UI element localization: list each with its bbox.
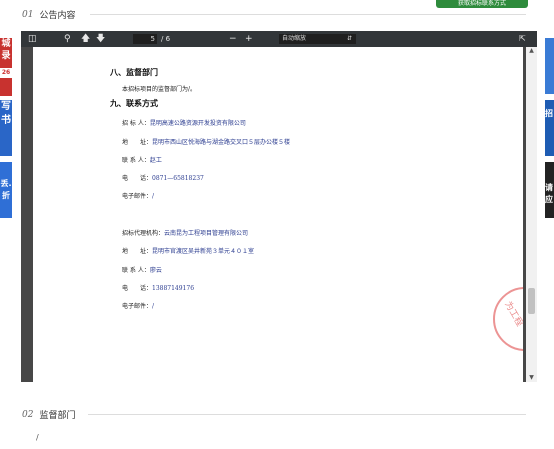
contact-row: 招标代理机构：云南昆为工程项目管理有限公司 (122, 230, 249, 237)
zoom-in-icon[interactable]: + (245, 33, 253, 45)
right-ad-banner-1[interactable] (545, 38, 554, 94)
ad-text: 应 (545, 195, 553, 204)
ad-text: 写 (1, 101, 11, 112)
get-contact-button[interactable]: 获取招标联系方式 (436, 0, 528, 8)
ad-text: 招 (545, 109, 553, 118)
ad-text: 书 (1, 115, 11, 126)
previous-page-icon[interactable]: 🡅 (81, 33, 90, 45)
contact-row: 联 系 人：廖云 (122, 267, 162, 274)
ad-text: 折 (2, 191, 10, 200)
ad-text: 丢. (0, 179, 12, 188)
pdf-toolbar: ◫ ⚲ 🡅 🡇 5 / 6 − + 自动缩放 ⇵ ⇱ (21, 31, 537, 47)
ad-text: 录 (1, 51, 11, 61)
company-seal: 为工程 (493, 287, 523, 351)
left-ad-banner-2[interactable]: 写 书 (0, 100, 12, 156)
section-number: 01 (22, 9, 34, 20)
chevron-down-icon: ⇵ (346, 35, 352, 42)
contact-row: 地 址：昆明市官渡区吴井新苑３单元４０１室 (122, 248, 255, 255)
contact-row: 电 话：0871—65818237 (122, 175, 204, 182)
contact-row: 电子邮件：/ (122, 193, 155, 200)
left-ad-banner-1[interactable]: 城 录 26 (0, 38, 12, 96)
zoom-out-icon[interactable]: − (229, 33, 237, 45)
contact-row: 电子邮件：/ (122, 303, 155, 310)
divider (90, 14, 526, 15)
left-ad-banner-3[interactable]: 丢. 折 (0, 162, 12, 218)
zoom-select[interactable]: 自动缩放 ⇵ (279, 34, 356, 44)
supervision-text: 本招标项目的监督部门为/。 (122, 86, 197, 93)
supervision-content: / (36, 433, 39, 442)
zoom-value: 自动缩放 (282, 35, 307, 42)
scroll-down-icon[interactable]: ▼ (526, 374, 537, 382)
right-ad-banner-3[interactable]: 请 应 (545, 162, 554, 218)
page-count: / 6 (161, 35, 171, 43)
section-header-announcement: 01 公告内容 (22, 8, 76, 22)
heading-supervision: 八、监督部门 (110, 67, 158, 77)
tools-icon[interactable]: ⇱ (519, 33, 526, 45)
search-icon[interactable]: ⚲ (64, 33, 71, 45)
section-number: 02 (22, 409, 34, 420)
right-ad-banner-2[interactable]: 招 (545, 100, 554, 156)
scrollbar-thumb[interactable] (528, 288, 535, 314)
contact-row: 电 话：13887149176 (122, 285, 195, 292)
scrollbar[interactable]: ▲ ▼ (526, 47, 537, 382)
divider (88, 414, 526, 415)
section-title: 公告内容 (39, 11, 76, 21)
sidebar-toggle-icon[interactable]: ◫ (28, 33, 37, 45)
ad-text: 26 (0, 68, 12, 78)
contact-row: 地 址：昆明市西山区悦海路与湖金路交叉口５层办公楼５楼 (122, 139, 291, 146)
contact-row: 联 系 人：赵工 (122, 157, 162, 164)
ad-text: 请 (545, 183, 553, 192)
contact-row: 招 标 人：昆明高速公路资源开发投资有限公司 (122, 120, 246, 127)
scroll-up-icon[interactable]: ▲ (526, 47, 537, 55)
section-title: 监督部门 (39, 411, 76, 421)
next-page-icon[interactable]: 🡇 (96, 33, 105, 45)
ad-text: 城 (1, 39, 11, 49)
page-number-input[interactable]: 5 (133, 34, 157, 44)
section-header-supervision: 02 监督部门 (22, 408, 76, 422)
heading-contact: 九、联系方式 (110, 98, 158, 108)
seal-text: 为工程 (502, 300, 523, 329)
pdf-page: 八、监督部门 本招标项目的监督部门为/。 九、联系方式 招 标 人：昆明高速公路… (33, 47, 523, 382)
